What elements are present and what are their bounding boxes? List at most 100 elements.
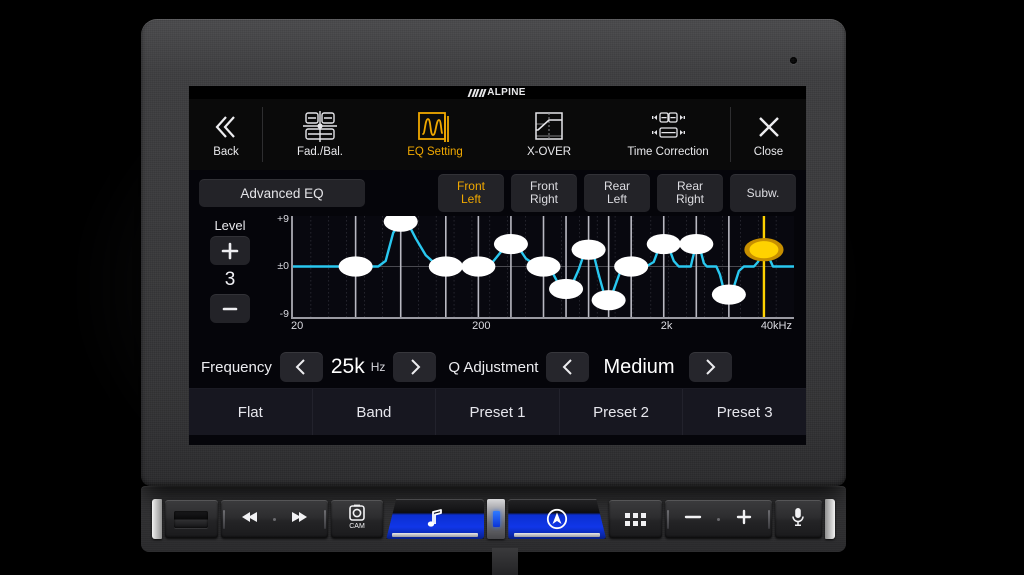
eq-band-handle[interactable] (614, 256, 648, 276)
audio-button[interactable] (386, 499, 484, 539)
preset-button-band[interactable]: Band (313, 389, 437, 435)
graph-row: Level 3 +9 ±0 -9 (189, 216, 806, 346)
channel-button-front-right[interactable]: Front Right (511, 174, 577, 212)
eq-plot-area[interactable] (291, 216, 794, 319)
level-decrease-button[interactable] (210, 294, 250, 323)
y-tick-min: -9 (280, 308, 289, 320)
fader-balance-icon (299, 108, 341, 146)
toolbar-label-eq-setting: EQ Setting (407, 147, 463, 159)
alpine-logo-icon: ALPINE (469, 87, 525, 98)
camera-button[interactable]: CAM (331, 500, 384, 538)
screenshot-root: ALPINE Back (0, 0, 1024, 575)
eq-band-handle[interactable] (679, 234, 713, 254)
eq-band-handles[interactable] (293, 216, 794, 317)
power-bar-icon (174, 511, 208, 528)
channel-row: Advanced EQ Front Left Front Right Rear … (189, 170, 806, 216)
svg-text:CAM: CAM (349, 523, 365, 530)
volume-minus-icon[interactable] (683, 510, 703, 529)
frequency-q-row: Frequency 25k Hz Q Adjustment Medium (189, 346, 806, 388)
eq-graph[interactable]: +9 ±0 -9 20 200 2k 40kHz (261, 216, 796, 346)
preset-button-flat[interactable]: Flat (189, 389, 313, 435)
navigation-arrow-icon (508, 508, 606, 530)
toolbar-item-time-correction[interactable]: Time Correction (605, 99, 731, 170)
frequency-value: 25k (331, 355, 365, 379)
channel-button-front-left[interactable]: Front Left (438, 174, 504, 212)
eq-band-handle[interactable] (526, 256, 560, 276)
sensor-hole-icon (790, 57, 797, 64)
preset-bar: Flat Band Preset 1 Preset 2 Preset 3 (189, 388, 806, 435)
toolbar-label-close: Close (754, 147, 783, 159)
eq-band-handle[interactable] (461, 256, 495, 276)
center-indicator[interactable] (487, 499, 505, 539)
power-button[interactable] (165, 500, 218, 538)
toolbar-label-xover: X-OVER (527, 147, 571, 159)
frequency-unit: Hz (371, 360, 386, 374)
x-tick-2: 2k (661, 320, 673, 332)
toolbar-item-xover[interactable]: X-OVER (493, 99, 605, 170)
frequency-prev-button[interactable] (280, 352, 323, 382)
eq-band-handle[interactable] (592, 290, 626, 310)
x-axis-labels: 20 200 2k 40kHz (291, 319, 794, 335)
channel-button-rear-right[interactable]: Rear Right (657, 174, 723, 212)
music-note-icon (386, 508, 484, 528)
frequency-label: Frequency (201, 359, 272, 376)
channel-button-rear-left[interactable]: Rear Left (584, 174, 650, 212)
button-center-dot (273, 518, 276, 521)
navigation-button-base (514, 533, 600, 537)
track-button[interactable] (221, 500, 328, 538)
previous-track-icon[interactable] (239, 510, 259, 528)
top-toolbar: Back Fad./Bal. (189, 99, 806, 170)
q-next-button[interactable] (689, 352, 732, 382)
channel-selector-group: Front Left Front Right Rear Left Rear Ri… (438, 174, 796, 212)
brand-bar: ALPINE (189, 86, 806, 99)
level-value: 3 (225, 270, 236, 289)
apps-button[interactable] (609, 500, 662, 538)
channel-line2: Right (530, 193, 558, 206)
microphone-icon (790, 506, 806, 533)
right-endcap (825, 499, 835, 539)
preset-button-preset-2[interactable]: Preset 2 (560, 389, 684, 435)
audio-button-base (392, 533, 478, 537)
volume-plus-icon[interactable] (734, 509, 754, 530)
toolbar-item-back[interactable]: Back (189, 99, 263, 170)
toolbar-item-close[interactable]: Close (731, 99, 806, 170)
x-tick-0: 20 (291, 320, 303, 332)
channel-button-subwoofer[interactable]: Subw. (730, 174, 796, 212)
q-prev-button[interactable] (546, 352, 589, 382)
eq-band-handle[interactable] (339, 256, 373, 276)
y-tick-max: +9 (277, 213, 289, 225)
crossover-icon (532, 108, 566, 146)
channel-line2: Left (461, 193, 481, 206)
hardware-button-bar: CAM (152, 497, 835, 541)
volume-button[interactable] (665, 500, 772, 538)
eq-band-handle[interactable] (647, 234, 681, 254)
eq-band-handle[interactable] (384, 216, 418, 232)
next-track-icon[interactable] (290, 510, 310, 528)
volume-rail-right (768, 510, 770, 529)
eq-band-handle[interactable] (747, 240, 781, 260)
alpine-wordmark: ALPINE (487, 87, 525, 99)
device-mount-stem (492, 548, 518, 575)
x-tick-3: 40kHz (761, 320, 792, 332)
toolbar-item-fader-balance[interactable]: Fad./Bal. (263, 99, 377, 170)
left-endcap (152, 499, 162, 539)
eq-band-handle[interactable] (572, 240, 606, 260)
toolbar-label-fader-balance: Fad./Bal. (297, 147, 343, 159)
eq-band-handle[interactable] (549, 279, 583, 299)
preset-button-preset-3[interactable]: Preset 3 (683, 389, 806, 435)
frequency-next-button[interactable] (393, 352, 436, 382)
channel-line2: Right (676, 193, 704, 206)
level-increase-button[interactable] (210, 236, 250, 265)
level-control-column: Level 3 (199, 216, 261, 346)
toolbar-item-eq-setting[interactable]: EQ Setting (377, 99, 493, 170)
advanced-eq-button[interactable]: Advanced EQ (199, 179, 365, 207)
q-adjustment-label: Q Adjustment (448, 359, 538, 376)
navigation-button[interactable] (508, 499, 606, 539)
volume-rail-left (667, 510, 669, 529)
eq-band-handle[interactable] (429, 256, 463, 276)
preset-button-preset-1[interactable]: Preset 1 (436, 389, 560, 435)
eq-band-handle[interactable] (712, 284, 746, 304)
mic-button[interactable] (775, 500, 822, 538)
eq-band-handle[interactable] (494, 234, 528, 254)
eq-plot-inner (293, 216, 794, 317)
